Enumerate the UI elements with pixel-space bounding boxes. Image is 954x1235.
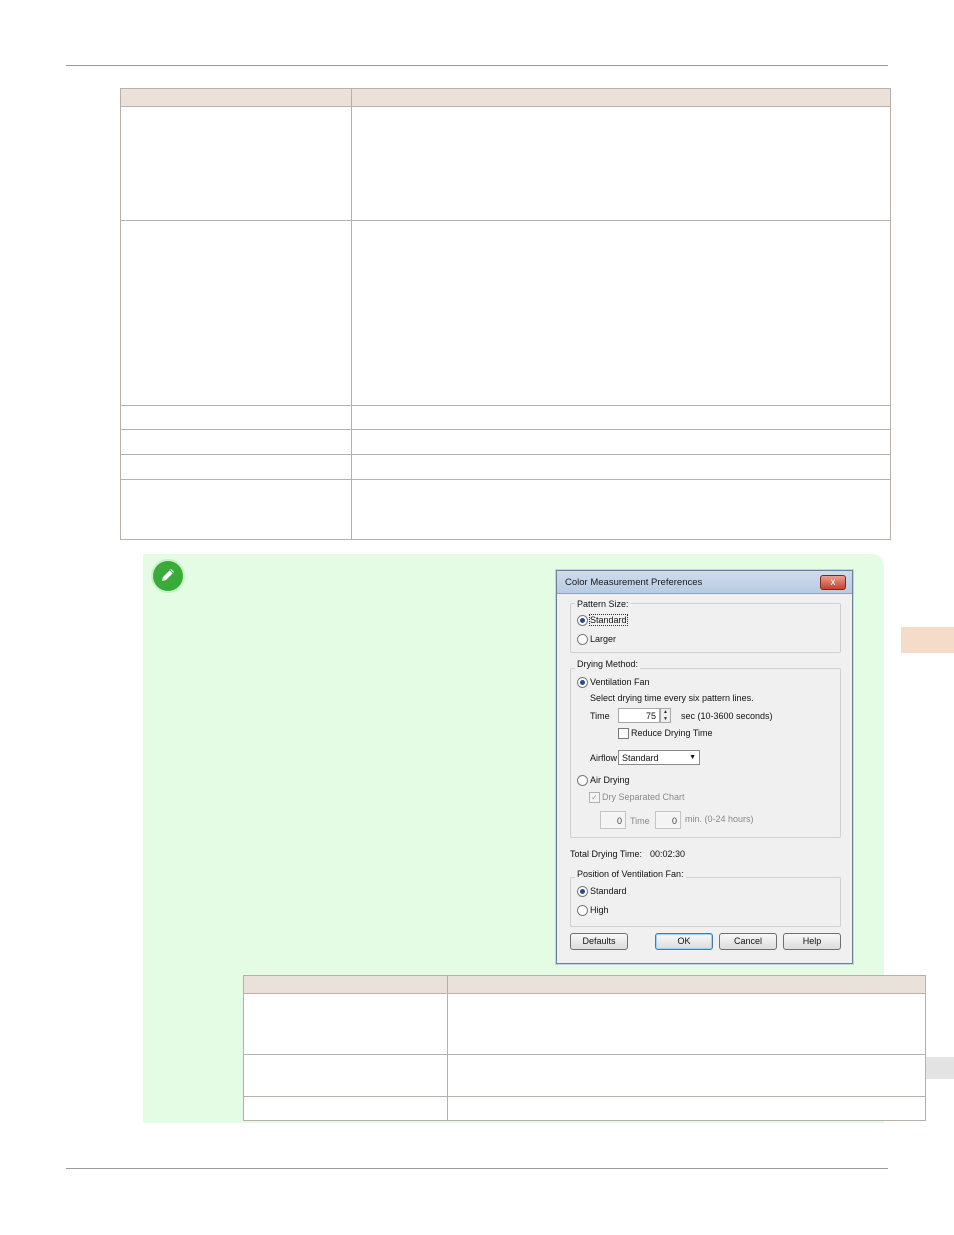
table-cell	[120, 220, 352, 406]
time-input[interactable]: 75	[618, 708, 660, 723]
dialog-title-bar: Color Measurement Preferences x	[557, 571, 852, 594]
table-row	[120, 106, 891, 221]
table-cell	[351, 429, 891, 455]
radio-label-ventilation-fan: Ventilation Fan	[590, 677, 650, 687]
dialog-title: Color Measurement Preferences	[565, 577, 703, 588]
table-cell	[120, 405, 352, 430]
radio-label-pattern-larger: Larger	[590, 634, 617, 644]
table-cell	[447, 1096, 926, 1121]
drying-instruction: Select drying time every six pattern lin…	[590, 693, 754, 703]
note-table	[243, 975, 926, 1121]
time-spinner[interactable]: ▲ ▼	[660, 708, 671, 723]
table-header-row	[120, 88, 891, 107]
radio-fan-high[interactable]	[577, 905, 588, 916]
reduce-drying-label: Reduce Drying Time	[631, 728, 713, 738]
time-unit: sec (10-3600 seconds)	[681, 711, 773, 721]
radio-ventilation-fan[interactable]	[577, 677, 588, 688]
airflow-label: Airflow	[590, 753, 618, 763]
table-row	[120, 220, 891, 406]
table-cell	[351, 454, 891, 480]
header-cell-details	[447, 975, 926, 994]
radio-label-fan-standard: Standard	[590, 886, 627, 896]
table-row	[120, 454, 891, 480]
table-row	[120, 479, 891, 540]
table-cell	[243, 993, 448, 1055]
fan-position-legend: Position of Ventilation Fan:	[575, 869, 686, 879]
defaults-button[interactable]: Defaults	[570, 933, 628, 950]
settings-table	[120, 88, 891, 540]
table-row	[243, 1054, 926, 1097]
airflow-value: Standard	[622, 753, 659, 763]
reduce-drying-checkbox[interactable]	[618, 728, 629, 739]
total-drying-label: Total Drying Time:	[570, 849, 643, 859]
air-time-unit: min. (0-24 hours)	[685, 814, 754, 824]
table-cell	[120, 479, 352, 540]
dry-separated-checkbox[interactable]: ✓	[589, 792, 600, 803]
air-time-hours-input[interactable]: 0	[600, 811, 626, 829]
table-row	[243, 993, 926, 1055]
help-button[interactable]: Help	[783, 933, 841, 950]
ok-button[interactable]: OK	[655, 933, 713, 950]
time-label: Time	[590, 711, 610, 721]
table-cell	[243, 1054, 448, 1097]
table-cell	[243, 1096, 448, 1121]
table-cell	[351, 106, 891, 221]
table-cell	[447, 993, 926, 1055]
air-time-label: Time	[630, 816, 650, 826]
table-cell	[447, 1054, 926, 1097]
pattern-size-legend: Pattern Size:	[575, 599, 631, 609]
total-drying-value: 00:02:30	[650, 849, 686, 859]
header-cell-details	[351, 88, 891, 107]
pattern-size-group	[570, 603, 841, 653]
header-cell-setting	[120, 88, 352, 107]
table-cell	[120, 429, 352, 455]
pencil-icon	[153, 561, 183, 591]
drying-method-legend: Drying Method:	[575, 659, 641, 669]
radio-pattern-standard[interactable]	[577, 615, 588, 626]
color-measurement-dialog: Color Measurement Preferences x Pattern …	[556, 570, 853, 964]
radio-label-air-drying: Air Drying	[590, 775, 630, 785]
table-cell	[120, 454, 352, 480]
footer-rule	[66, 1168, 888, 1169]
chapter-side-tab[interactable]	[901, 627, 954, 653]
table-row	[120, 429, 891, 455]
air-time-minutes-input[interactable]: 0	[655, 811, 681, 829]
radio-pattern-larger[interactable]	[577, 634, 588, 645]
chevron-down-icon: ▼	[689, 754, 696, 761]
header-rule	[66, 65, 888, 66]
radio-label-pattern-standard: Standard	[589, 614, 628, 626]
table-row	[120, 405, 891, 430]
radio-air-drying[interactable]	[577, 775, 588, 786]
cancel-button[interactable]: Cancel	[719, 933, 777, 950]
dry-separated-label: Dry Separated Chart	[602, 792, 685, 802]
radio-fan-standard[interactable]	[577, 886, 588, 897]
airflow-select[interactable]: Standard ▼	[618, 750, 700, 765]
close-icon[interactable]: x	[820, 575, 846, 590]
table-cell	[120, 106, 352, 221]
fan-position-group	[570, 877, 841, 927]
table-cell	[351, 220, 891, 406]
header-cell-setting	[243, 975, 448, 994]
table-row	[243, 1096, 926, 1121]
table-cell	[351, 405, 891, 430]
table-header-row	[243, 975, 926, 994]
table-cell	[351, 479, 891, 540]
radio-label-fan-high: High	[590, 905, 609, 915]
